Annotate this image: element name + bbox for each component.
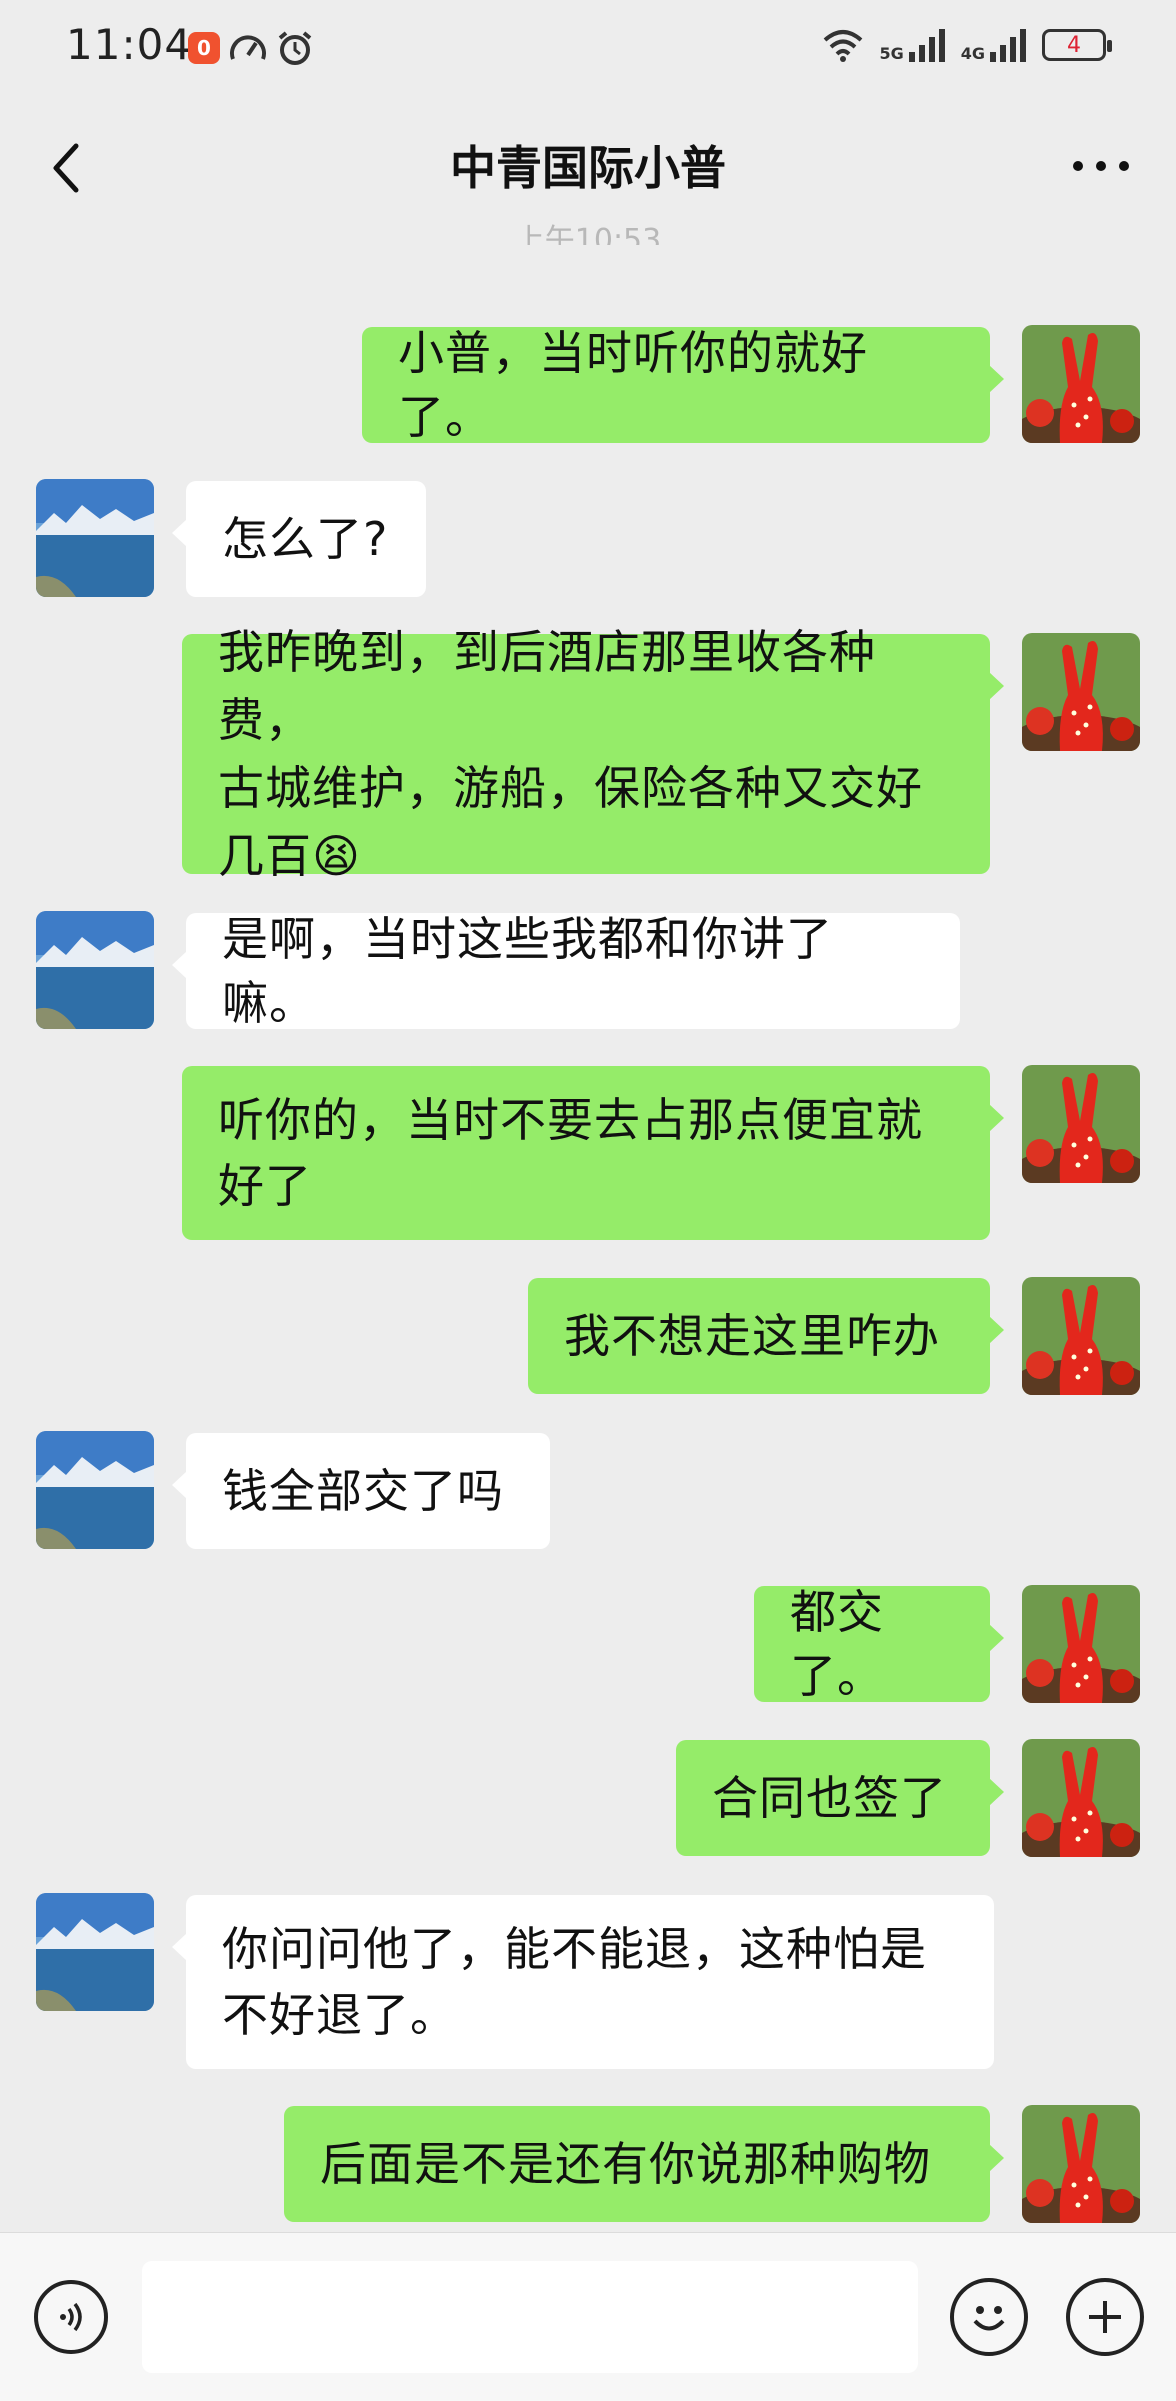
signal-5g: 5G [879, 28, 946, 62]
my-avatar[interactable] [1022, 1065, 1140, 1183]
message-text: 都交了。 [790, 1585, 884, 1703]
signal-4g: 4G [961, 28, 1028, 62]
message-bubble-received[interactable]: 怎么了? [172, 481, 426, 597]
speedometer-icon [230, 35, 266, 60]
chat-input-bar [0, 2232, 1176, 2401]
message-line: 你问问他了，能不能退，这种怕是 [222, 1922, 927, 1976]
message-text: 怎么了? [222, 512, 389, 566]
message-bubble-sent[interactable]: 我不想走这里咋办 [528, 1278, 1004, 1394]
my-avatar[interactable] [1022, 325, 1140, 443]
message-line: 好了 [218, 1159, 312, 1213]
contact-avatar[interactable] [36, 1893, 154, 2011]
message-text: 合同也签了 [712, 1771, 947, 1825]
message-text: 后面是不是还有你说那种购物 [320, 2137, 931, 2191]
message-text: 钱全部交了吗 [222, 1464, 504, 1518]
message-bubble-sent[interactable]: 小普，当时听你的就好了。 [362, 326, 1004, 444]
status-right-icons: 5G 4G 4 [821, 28, 1112, 62]
status-bar: 11:04 0 5G 4G 4 [0, 0, 1176, 100]
signal-bars-icon [990, 29, 1026, 62]
message-text: 我不想走这里咋办 [564, 1309, 940, 1363]
plus-sign-icon [1089, 2301, 1121, 2333]
wifi-icon [824, 30, 863, 62]
message-line: 古城维护，游船，保险各种又交好 [218, 761, 923, 815]
message-bubble-sent[interactable]: 听你的，当时不要去占那点便宜就 好了 [182, 1066, 1004, 1240]
message-bubble-sent[interactable]: 合同也签了 [676, 1740, 1004, 1856]
voice-icon[interactable] [34, 2280, 108, 2354]
message-input[interactable] [142, 2261, 918, 2373]
battery-icon: 4 [1042, 29, 1112, 61]
message-line: 听你的，当时不要去占那点便宜就 [218, 1093, 923, 1147]
contact-avatar[interactable] [36, 911, 154, 1029]
my-avatar[interactable] [1022, 2105, 1140, 2223]
message-bubble-received[interactable]: 是啊，当时这些我都和你讲了嘛。 [172, 912, 960, 1030]
message-bubble-received[interactable]: 钱全部交了吗 [172, 1433, 550, 1549]
my-avatar[interactable] [1022, 1585, 1140, 1703]
contact-avatar[interactable] [36, 1431, 154, 1549]
notification-badge-icon: 0 [188, 32, 220, 64]
message-line: 不好退了。 [222, 1988, 457, 2042]
contact-avatar[interactable] [36, 479, 154, 597]
my-avatar[interactable] [1022, 1277, 1140, 1395]
chat-title: 中青国际小普 [450, 141, 726, 195]
smiley-face-icon [973, 2306, 1005, 2331]
message-bubble-received[interactable]: 你问问他了，能不能退，这种怕是 不好退了。 [172, 1895, 994, 2069]
message-bubble-sent[interactable]: 都交了。 [754, 1585, 1004, 1703]
my-avatar[interactable] [1022, 1739, 1140, 1857]
message-bubble-sent[interactable]: 后面是不是还有你说那种购物 [284, 2106, 1004, 2222]
message-line: 几百😫 [218, 829, 361, 883]
message-timestamp: 上午10:53 [514, 223, 662, 245]
status-left-icons: 0 [188, 30, 314, 66]
status-time: 11:04 [66, 20, 193, 69]
message-bubble-sent[interactable]: 我昨晚到，到后酒店那里收各种费， 古城维护，游船，保险各种又交好 几百😫 [182, 625, 1004, 883]
more-dots-icon[interactable] [1066, 136, 1136, 196]
voice-waves-icon [60, 2302, 82, 2332]
message-text: 是啊，当时这些我都和你讲了嘛。 [222, 912, 833, 1030]
plus-icon[interactable] [1066, 2278, 1144, 2356]
message-line: 我昨晚到，到后酒店那里收各种费， [218, 625, 876, 747]
emoji-icon[interactable] [950, 2278, 1028, 2356]
alarm-icon [278, 31, 312, 65]
message-text: 小普，当时听你的就好了。 [398, 326, 868, 444]
my-avatar[interactable] [1022, 633, 1140, 751]
signal-bars-icon [908, 29, 945, 62]
